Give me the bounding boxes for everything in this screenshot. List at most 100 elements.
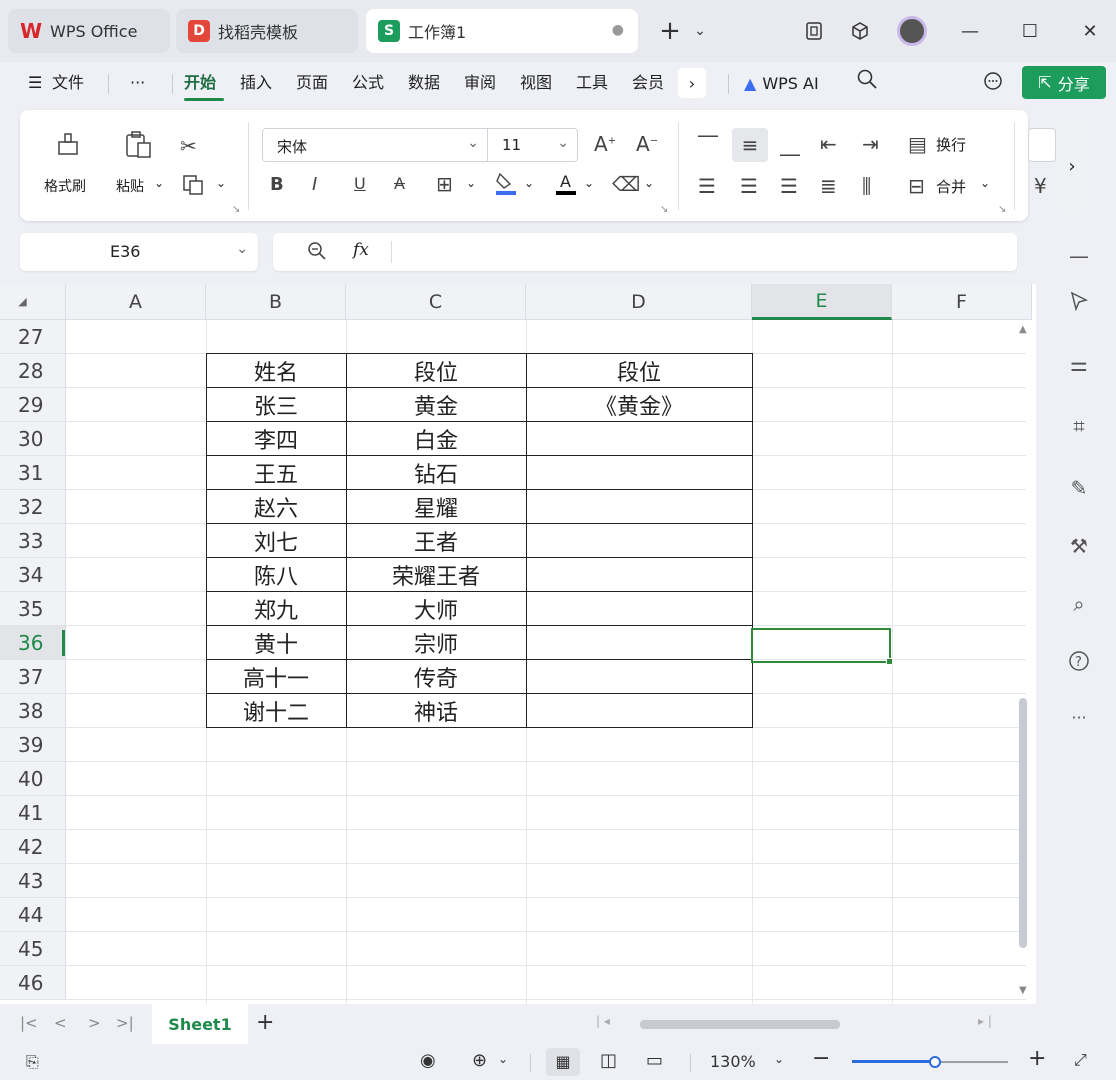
border-icon[interactable]: ⊞ (436, 172, 453, 196)
table-cell[interactable]: 钻石 (346, 456, 526, 490)
search-icon[interactable] (856, 68, 878, 95)
menu-more[interactable]: ··· (130, 70, 145, 96)
font-size-select[interactable]: 11 ⌄ (488, 128, 578, 162)
macro-icon[interactable]: ⎘ (26, 1052, 39, 1072)
bold-icon[interactable]: B (270, 174, 284, 195)
row-header-30[interactable]: 30 (0, 422, 66, 456)
table-cell[interactable]: 星耀 (346, 490, 526, 524)
format-painter-icon[interactable] (56, 132, 80, 163)
selected-cell-e36[interactable] (751, 628, 891, 663)
table-cell[interactable] (526, 694, 752, 728)
row-header-42[interactable]: 42 (0, 830, 66, 864)
menu-page[interactable]: 页面 (296, 70, 328, 96)
table-header-cell[interactable]: 段位 (346, 354, 526, 388)
avatar[interactable] (892, 14, 932, 48)
clipboard-expand-icon[interactable]: ↘ (232, 204, 240, 215)
table-cell[interactable] (526, 456, 752, 490)
column-header-c[interactable]: C (346, 284, 526, 320)
fill-color-icon[interactable] (494, 170, 518, 201)
table-cell[interactable]: 宗师 (346, 626, 526, 660)
increase-indent-icon[interactable]: ⇥ (862, 132, 879, 156)
row-header-27[interactable]: 27 (0, 320, 66, 354)
table-cell[interactable]: 李四 (206, 422, 346, 456)
distributed-icon[interactable]: ⫼ (862, 174, 871, 198)
eraser-dropdown-icon[interactable]: ⌄ (644, 176, 654, 190)
zoom-formula-icon[interactable] (307, 241, 327, 265)
menu-tools[interactable]: 工具 (576, 70, 608, 96)
table-cell[interactable]: 王五 (206, 456, 346, 490)
table-cell[interactable] (526, 558, 752, 592)
menu-review[interactable]: 审阅 (464, 70, 496, 96)
help-icon[interactable]: ? (1064, 650, 1094, 677)
table-header-cell[interactable]: 姓名 (206, 354, 346, 388)
table-cell[interactable]: 传奇 (346, 660, 526, 694)
tab-wps-office[interactable]: W WPS Office (8, 9, 170, 53)
chevron-down-icon[interactable]: ⌄ (680, 14, 720, 48)
row-header-34[interactable]: 34 (0, 558, 66, 592)
zoom-in-icon[interactable]: + (1028, 1046, 1046, 1071)
scroll-up-icon[interactable]: ▲ (1019, 324, 1027, 335)
decrease-font-icon[interactable]: A− (636, 132, 658, 156)
font-color-icon[interactable]: A (554, 170, 578, 201)
fill-color-dropdown-icon[interactable]: ⌄ (524, 176, 534, 190)
row-header-43[interactable]: 43 (0, 864, 66, 898)
row-header-46[interactable]: 46 (0, 966, 66, 1000)
column-header-b[interactable]: B (206, 284, 346, 320)
close-icon[interactable]: ✕ (1070, 14, 1110, 48)
maximize-icon[interactable]: ☐ (1010, 14, 1050, 48)
menu-scroll-right-icon[interactable]: › (678, 68, 706, 98)
select-all-corner[interactable]: ◢ (0, 284, 66, 320)
table-cell[interactable] (526, 490, 752, 524)
tools-icon[interactable]: ⚒ (1064, 534, 1094, 558)
property-sliders-icon[interactable]: ⚌ (1064, 352, 1094, 376)
column-header-a[interactable]: A (66, 284, 206, 320)
eraser-icon[interactable]: ⌫ (612, 172, 640, 196)
tab-template[interactable]: D 找稻壳模板 (176, 9, 358, 53)
column-header-e[interactable]: E (752, 284, 892, 320)
menu-home[interactable]: 开始 (184, 70, 216, 96)
tab-workbook[interactable]: S 工作簿1 ● (366, 9, 638, 53)
row-header-44[interactable]: 44 (0, 898, 66, 932)
page-layout-view-icon[interactable]: ◫ (600, 1050, 617, 1071)
table-cell[interactable]: 陈八 (206, 558, 346, 592)
window-layout-icon[interactable] (794, 14, 834, 48)
wrap-text-label[interactable]: 换行 (936, 134, 966, 155)
row-header-40[interactable]: 40 (0, 762, 66, 796)
spreadsheet-grid[interactable]: ◢ A B C D E F 27 28 29 30 31 32 33 34 35 36 37 38 39… (0, 284, 1036, 1004)
table-cell[interactable]: 黄金 (346, 388, 526, 422)
table-cell[interactable]: 白金 (346, 422, 526, 456)
merge-dropdown-icon[interactable]: ⌄ (980, 176, 990, 190)
first-sheet-icon[interactable]: |< (20, 1014, 38, 1032)
paste-icon[interactable] (124, 130, 154, 165)
name-box[interactable]: E36 ⌄ (20, 233, 258, 271)
decrease-indent-icon[interactable]: ⇤ (820, 132, 837, 156)
table-cell[interactable]: 大师 (346, 592, 526, 626)
horizontal-scroll-thumb[interactable] (640, 1020, 840, 1029)
align-middle-icon[interactable]: ≡ (732, 128, 768, 162)
scroll-down-icon[interactable]: ▼ (1019, 985, 1027, 996)
align-left-icon[interactable]: ☰ (698, 174, 716, 198)
minimize-icon[interactable]: — (950, 14, 990, 48)
number-format-select[interactable] (1028, 128, 1056, 162)
merge-label[interactable]: 合并 (936, 176, 966, 197)
row-header-33[interactable]: 33 (0, 524, 66, 558)
prev-sheet-icon[interactable]: < (54, 1014, 67, 1032)
font-color-dropdown-icon[interactable]: ⌄ (584, 176, 594, 190)
next-sheet-icon[interactable]: > (88, 1014, 101, 1032)
table-cell[interactable]: 《黄金》 (526, 388, 752, 422)
reading-mode-dropdown-icon[interactable]: ⌄ (498, 1052, 508, 1066)
crop-icon[interactable]: ⌗ (1064, 414, 1094, 438)
align-center-icon[interactable]: ☰ (740, 174, 758, 198)
strikethrough-icon[interactable]: A (394, 174, 405, 193)
row-header-38[interactable]: 38 (0, 694, 66, 728)
justify-icon[interactable]: ≣ (820, 174, 837, 198)
wps-ai-button[interactable]: ▲ WPS AI (744, 70, 819, 96)
table-cell[interactable] (526, 592, 752, 626)
cut-icon[interactable]: ✂ (180, 134, 197, 158)
table-cell[interactable]: 刘七 (206, 524, 346, 558)
align-top-icon[interactable]: ⎺ (698, 132, 718, 156)
normal-view-icon[interactable]: ▦ (546, 1048, 580, 1076)
increase-font-icon[interactable]: A+ (594, 132, 616, 156)
add-sheet-icon[interactable]: + (256, 1010, 274, 1035)
row-header-35[interactable]: 35 (0, 592, 66, 626)
